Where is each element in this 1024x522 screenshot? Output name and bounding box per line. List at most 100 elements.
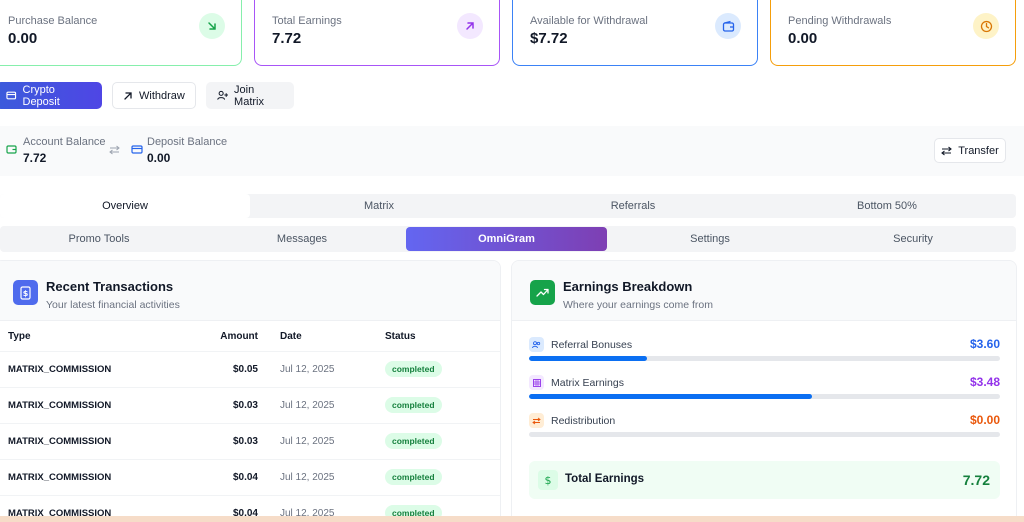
join-matrix-button[interactable]: Join Matrix: [206, 82, 294, 109]
balance-bar: Account Balance 7.72 Deposit Balance 0.0…: [0, 126, 1024, 176]
dollar-receipt-icon: $: [13, 280, 38, 305]
tab-overview[interactable]: Overview: [0, 194, 250, 218]
cell-type: MATRIX_COMMISSION: [0, 350, 190, 387]
tab-promo-tools[interactable]: Promo Tools: [0, 226, 198, 252]
transfer-button[interactable]: Transfer: [934, 138, 1006, 163]
stat-card-total-earnings: Total Earnings 7.72: [254, 0, 500, 66]
deposit-balance-value: 0.00: [147, 151, 171, 165]
cell-type: MATRIX_COMMISSION: [0, 458, 190, 495]
earnings-item-value: $3.48: [969, 375, 1000, 389]
stats-row: Purchase Balance 0.00 Total Earnings 7.7…: [0, 0, 1024, 66]
stat-label: Purchase Balance: [8, 15, 98, 27]
join-matrix-label: Join Matrix: [234, 83, 264, 108]
svg-text:$: $: [23, 289, 29, 298]
earnings-item-value: $3.60: [969, 337, 1000, 351]
deposit-balance-label: Deposit Balance: [147, 136, 228, 148]
wallet-icon: [6, 145, 17, 154]
crypto-deposit-label: Crypto Deposit: [22, 83, 60, 108]
total-earnings-label: Total Earnings: [565, 473, 645, 485]
tab-referrals[interactable]: Referrals: [508, 194, 758, 218]
swap-icon: [109, 145, 120, 155]
stat-label: Available for Withdrawal: [530, 15, 648, 27]
progress-track: [529, 356, 1000, 361]
wallet-icon: [715, 13, 741, 39]
stat-label: Pending Withdrawals: [788, 15, 892, 27]
panel-subtitle: Your latest financial activities: [46, 299, 180, 311]
progress-fill: [529, 394, 812, 399]
stat-value: 0.00: [788, 30, 818, 47]
status-badge: completed: [385, 361, 442, 377]
cell-amount: $0.05: [190, 350, 270, 387]
cell-date: Jul 12, 2025: [270, 386, 385, 423]
status-badge: completed: [385, 433, 442, 449]
cell-amount: $0.03: [190, 422, 270, 459]
status-badge: completed: [385, 469, 442, 485]
table-row: MATRIX_COMMISSION $0.03 Jul 12, 2025 com…: [0, 422, 500, 459]
clock-icon: [973, 13, 999, 39]
earnings-item-label: Referral Bonuses: [551, 338, 633, 351]
earnings-breakdown-panel: Earnings Breakdown Where your earnings c…: [511, 260, 1017, 522]
total-earnings-value: 7.72: [962, 472, 990, 488]
progress-fill: [529, 356, 647, 361]
cell-type: MATRIX_COMMISSION: [0, 386, 190, 423]
panel-header: Earnings Breakdown Where your earnings c…: [512, 261, 1016, 321]
panel-title: Recent Transactions: [46, 279, 174, 294]
arrow-down-right-icon: [199, 13, 225, 39]
withdraw-button[interactable]: Withdraw: [112, 82, 196, 109]
stat-label: Total Earnings: [272, 15, 342, 27]
account-balance-value: 7.72: [23, 151, 47, 165]
col-type: Type: [8, 331, 31, 343]
stat-value: 0.00: [8, 30, 38, 47]
arrow-up-right-icon: [457, 13, 483, 39]
tabs-secondary: Promo Tools Messages OmniGram Settings S…: [0, 226, 1016, 252]
bottom-strip: [0, 516, 1024, 522]
crypto-deposit-button[interactable]: Crypto Deposit: [0, 82, 102, 109]
deposit-balance: Deposit Balance 0.00: [147, 136, 227, 165]
total-earnings-card: $ Total Earnings 7.72: [529, 461, 1000, 499]
credit-card-icon: [131, 145, 143, 154]
cell-date: Jul 12, 2025: [270, 458, 385, 495]
account-balance-label: Account Balance: [23, 136, 106, 148]
tab-bottom-50[interactable]: Bottom 50%: [762, 194, 1012, 218]
trending-up-icon: [530, 280, 555, 305]
panel-subtitle: Where your earnings come from: [563, 299, 713, 311]
tab-matrix[interactable]: Matrix: [254, 194, 504, 218]
table-row: MATRIX_COMMISSION $0.03 Jul 12, 2025 com…: [0, 386, 500, 423]
cell-type: MATRIX_COMMISSION: [0, 422, 190, 459]
progress-track: [529, 432, 1000, 437]
stat-card-pending-withdrawals: Pending Withdrawals 0.00: [770, 0, 1016, 66]
stat-card-available-withdrawal: Available for Withdrawal $7.72: [512, 0, 758, 66]
dollar-icon: $: [538, 470, 558, 490]
status-badge: completed: [385, 397, 442, 413]
cell-amount: $0.04: [190, 458, 270, 495]
panel-header: $ Recent Transactions Your latest financ…: [0, 261, 500, 321]
table-row: MATRIX_COMMISSION $0.04 Jul 12, 2025 com…: [0, 458, 500, 495]
wallet-icon: [6, 91, 17, 100]
cell-date: Jul 12, 2025: [270, 422, 385, 459]
account-balance: Account Balance 7.72: [23, 136, 106, 165]
tab-omnigram[interactable]: OmniGram: [406, 227, 607, 251]
cell-date: Jul 12, 2025: [270, 350, 385, 387]
earnings-item-value: $0.00: [969, 413, 1000, 427]
stat-value: $7.72: [530, 30, 568, 47]
tabs-primary: Overview Matrix Referrals Bottom 50%: [0, 194, 1016, 218]
withdraw-label: Withdraw: [139, 89, 185, 102]
tab-settings[interactable]: Settings: [611, 226, 809, 252]
tab-security[interactable]: Security: [814, 226, 1012, 252]
table-header-row: Type Amount Date Status: [0, 323, 500, 351]
earnings-item-label: Redistribution: [551, 414, 616, 427]
transactions-table: Type Amount Date Status MATRIX_COMMISSIO…: [0, 323, 500, 522]
transfer-label: Transfer: [958, 144, 999, 157]
stat-card-purchase-balance: Purchase Balance 0.00: [0, 0, 242, 66]
col-date: Date: [280, 331, 302, 343]
earnings-item-label: Matrix Earnings: [551, 376, 624, 389]
user-plus-icon: [217, 90, 229, 100]
swap-icon: [941, 146, 953, 155]
table-row: MATRIX_COMMISSION $0.05 Jul 12, 2025 com…: [0, 350, 500, 387]
svg-text:$: $: [545, 474, 552, 486]
col-status: Status: [385, 331, 416, 343]
swap-icon: [529, 413, 544, 428]
tab-messages[interactable]: Messages: [203, 226, 401, 252]
cell-amount: $0.03: [190, 386, 270, 423]
recent-transactions-panel: $ Recent Transactions Your latest financ…: [0, 260, 501, 522]
